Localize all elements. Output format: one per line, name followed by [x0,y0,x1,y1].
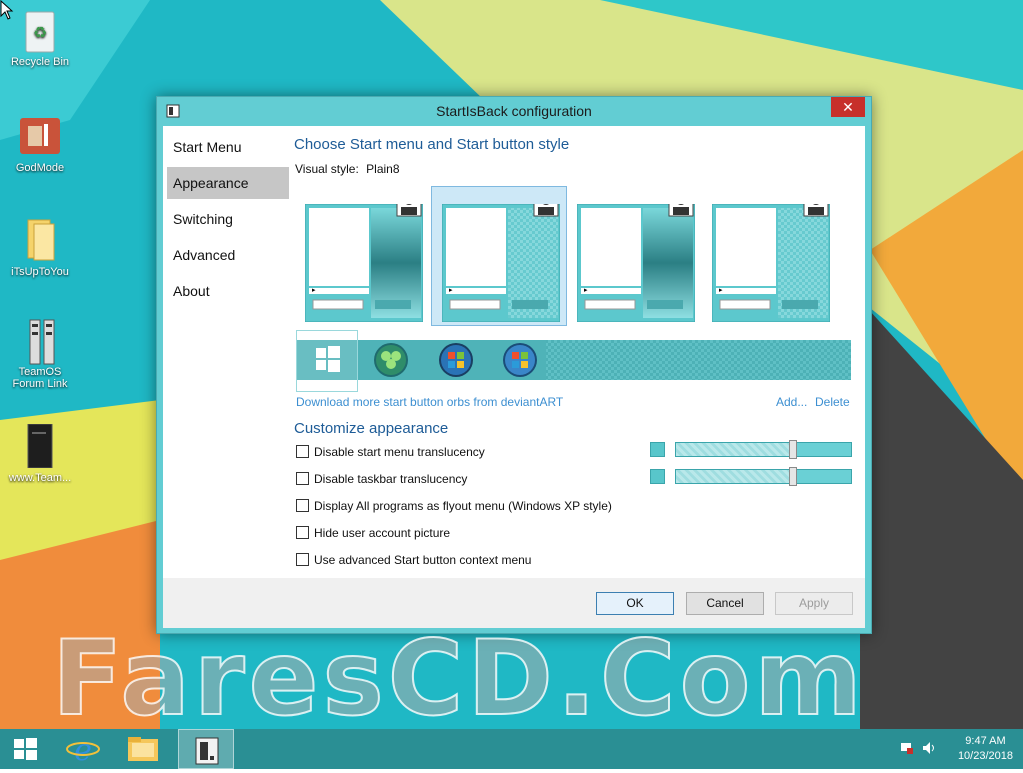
nav-item-start-menu[interactable]: Start Menu [167,131,289,163]
ok-button[interactable]: OK [596,592,674,615]
settings-nav: Start Menu Appearance Switching Advanced… [163,126,293,578]
shortcut-icon [18,318,62,365]
svg-text:▸: ▸ [719,287,723,294]
style-thumbnail-2[interactable]: ▸ [441,191,561,323]
orb-windows7-icon[interactable] [439,343,473,377]
desktop-icon-label: iTsUpToYou [11,266,69,278]
start-button[interactable] [0,729,50,769]
svg-text:▸: ▸ [312,287,316,294]
visual-style-line: Visual style: Plain8 [295,162,400,176]
desktop-icon-teamos-doc[interactable]: www.Team... [2,424,78,484]
svg-text:▸: ▸ [584,287,588,294]
start-menu-opacity-slider[interactable] [675,440,852,459]
taskbar-internet-explorer[interactable]: e [58,729,108,769]
style-thumbnail-4[interactable]: ▸ [711,191,831,323]
desktop-icon-label: GodMode [15,162,65,174]
cancel-button[interactable]: Cancel [686,592,764,615]
document-icon [18,424,62,468]
option-label: Disable taskbar translucency [314,472,468,486]
window-client-area: Start Menu Appearance Switching Advanced… [163,126,865,578]
godmode-icon [18,114,62,158]
start-orb-strip [296,330,851,392]
startisback-config-window: StartIsBack configuration ✕ Start Menu A… [156,96,872,634]
clock-time: 9:47 AM [965,735,1006,747]
apply-button[interactable]: Apply [775,592,853,615]
internet-explorer-icon: e [66,733,100,768]
windows-logo-icon [14,738,37,760]
download-orbs-link[interactable]: Download more start button orbs from dev… [296,395,563,409]
option-label: Hide user account picture [314,526,451,540]
orb-strip-graphics [316,340,851,380]
config-app-icon [195,737,219,765]
option-disable-start-menu-translucency[interactable]: Disable start menu translucency [296,445,485,461]
option-hide-user-picture[interactable]: Hide user account picture [296,526,450,542]
checkbox[interactable] [296,526,309,539]
close-icon: ✕ [842,99,854,115]
taskbar-opacity-slider[interactable] [675,467,852,486]
option-advanced-context-menu[interactable]: Use advanced Start button context menu [296,553,531,569]
svg-text:e: e [74,733,92,768]
slider-fill [676,470,792,483]
style-thumbnail-1[interactable]: ▸ [304,191,424,323]
checkbox[interactable] [296,445,309,458]
desktop-icon-itsuptoyou[interactable]: iTsUpToYou [2,218,78,278]
nav-item-appearance[interactable]: Appearance [167,167,289,199]
option-flyout-all-programs[interactable]: Display All programs as flyout menu (Win… [296,499,612,515]
title-bar[interactable]: StartIsBack configuration ✕ [157,97,871,125]
orb-clover-icon[interactable] [374,343,408,377]
slider-thumb[interactable] [789,467,797,486]
customize-heading: Customize appearance [294,420,449,437]
desktop-icon-label: TeamOS Forum Link [12,366,68,390]
taskbar-startisback-config[interactable] [178,729,234,769]
option-disable-taskbar-translucency[interactable]: Disable taskbar translucency [296,472,467,488]
clock-date: 10/23/2018 [957,750,1013,762]
taskbar-color-swatch[interactable] [650,469,665,484]
recycle-bin-icon: ♻ [18,8,62,53]
option-label: Display All programs as flyout menu (Win… [314,499,612,513]
nav-item-advanced[interactable]: Advanced [167,239,289,271]
desktop-icon-godmode[interactable]: GodMode [2,114,78,174]
system-clock[interactable]: 9:47 AM 10/23/2018 [958,735,1013,762]
slider-fill [676,443,792,456]
desktop-icon-teamos[interactable]: TeamOS Forum Link [2,318,78,390]
mouse-cursor-icon [0,0,14,20]
option-label: Use advanced Start button context menu [314,553,532,567]
delete-orb-link[interactable]: Delete [815,395,850,409]
file-explorer-icon [128,737,158,761]
orb-windows8-icon[interactable] [316,346,340,372]
checkbox[interactable] [296,553,309,566]
svg-text:♻: ♻ [33,25,47,42]
visual-style-value: Plain8 [366,162,400,176]
nav-item-about[interactable]: About [167,275,289,307]
desktop-icon-label: www.Team... [8,472,72,484]
watermark-text: FaresCD.Com [51,619,866,739]
start-menu-color-swatch[interactable] [650,442,665,457]
visual-style-label: Visual style: [295,162,359,176]
style-thumbnail-3[interactable]: ▸ [576,191,696,323]
slider-thumb[interactable] [789,440,797,459]
add-orb-link[interactable]: Add... [776,395,807,409]
folder-icon [18,218,62,262]
orb-vista-icon[interactable] [503,343,537,377]
taskbar: e 9:47 AM 10/23/2018 [0,729,1023,769]
checkbox[interactable] [296,499,309,512]
network-icon[interactable] [900,741,914,758]
option-label: Disable start menu translucency [314,445,485,459]
window-title: StartIsBack configuration [436,103,592,119]
nav-item-switching[interactable]: Switching [167,203,289,235]
close-button[interactable]: ✕ [831,97,865,117]
checkbox[interactable] [296,472,309,485]
volume-icon[interactable] [922,741,938,758]
style-heading: Choose Start menu and Start button style [294,136,570,153]
taskbar-file-explorer[interactable] [118,729,168,769]
svg-text:▸: ▸ [449,287,453,294]
